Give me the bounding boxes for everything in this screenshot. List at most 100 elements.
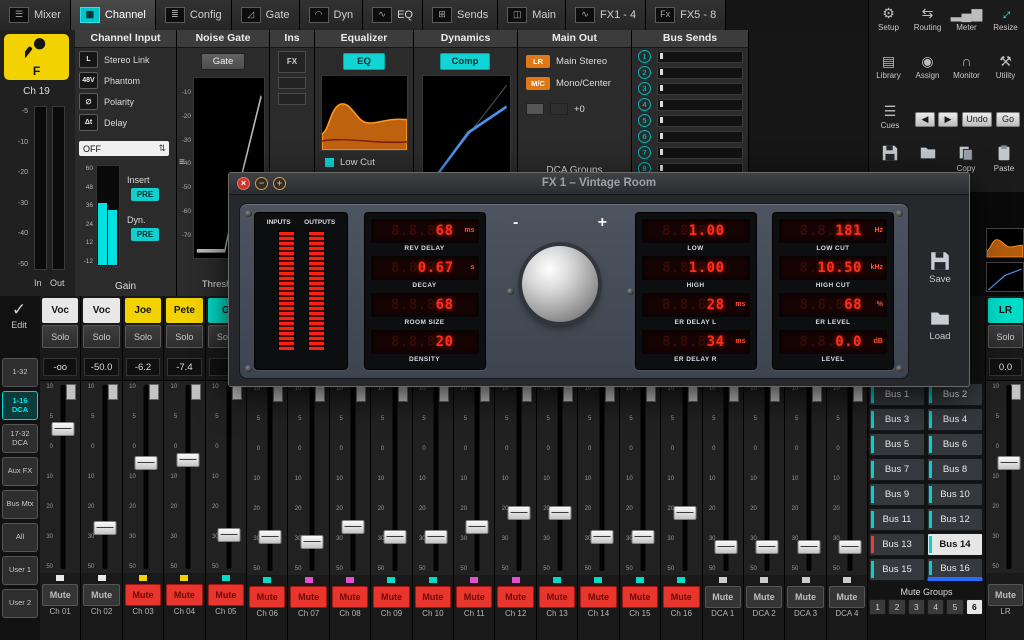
- insert-source-select[interactable]: OFF ⇅: [79, 141, 169, 156]
- solo-button[interactable]: Solo: [125, 325, 161, 348]
- meter-button[interactable]: ▂▄▆Meter: [947, 4, 986, 32]
- comp-button[interactable]: Comp: [440, 53, 490, 70]
- mute-group-2[interactable]: 2: [888, 599, 905, 615]
- polarity-button[interactable]: ∅: [79, 93, 98, 110]
- bus-button-11[interactable]: Bus 11: [869, 508, 925, 531]
- bus-send-meter[interactable]: [657, 99, 743, 111]
- tab-gate[interactable]: ◿Gate: [232, 0, 300, 30]
- master-solo-button[interactable]: Solo: [988, 325, 1023, 348]
- mono-center-row[interactable]: M/C Mono/Center: [526, 77, 611, 90]
- transport-prev-button[interactable]: ◀: [915, 112, 935, 127]
- fader-cap[interactable]: [839, 540, 862, 554]
- mute-button[interactable]: Mute: [166, 584, 202, 606]
- fader-cap[interactable]: [549, 506, 572, 520]
- mute-button[interactable]: Mute: [787, 586, 823, 608]
- fader-cap[interactable]: [259, 530, 282, 544]
- copy-button[interactable]: Copy: [947, 144, 985, 173]
- sidebar-user-2[interactable]: User 2: [2, 589, 38, 618]
- mute-button[interactable]: Mute: [539, 586, 575, 608]
- fader-cap[interactable]: [714, 540, 737, 554]
- fader-cap[interactable]: [507, 506, 530, 520]
- fader-cap[interactable]: [176, 453, 199, 467]
- fader-cap[interactable]: [218, 528, 241, 542]
- bus-button-5[interactable]: Bus 5: [869, 433, 925, 456]
- main-stereo-row[interactable]: LR Main Stereo: [526, 55, 607, 68]
- utility-button[interactable]: ⚒Utility: [986, 52, 1024, 80]
- mute-button[interactable]: Mute: [332, 586, 368, 608]
- fader-track[interactable]: [61, 385, 66, 569]
- stereo-link-button[interactable]: L: [79, 51, 98, 68]
- tab-config[interactable]: ≣Config: [156, 0, 232, 30]
- mute-group-6[interactable]: 6: [966, 599, 983, 615]
- insert-slot[interactable]: [278, 77, 306, 89]
- assign-button[interactable]: ◉Assign: [908, 52, 947, 80]
- bus-button-10[interactable]: Bus 10: [927, 483, 983, 506]
- mute-button[interactable]: Mute: [580, 586, 616, 608]
- library-button[interactable]: ▤Library: [869, 52, 908, 80]
- master-mute-button[interactable]: Mute: [988, 584, 1023, 606]
- fader-cap[interactable]: [342, 520, 365, 534]
- fader-cap[interactable]: [52, 422, 75, 436]
- bus-send-meter[interactable]: [657, 83, 743, 95]
- resize-button[interactable]: ↔Resize: [986, 4, 1024, 32]
- phantom-button[interactable]: 48V: [79, 72, 98, 89]
- mute-button[interactable]: Mute: [705, 586, 741, 608]
- fader-cap[interactable]: [425, 530, 448, 544]
- tab-dyn[interactable]: ◠Dyn: [300, 0, 364, 30]
- master-scribble[interactable]: LR: [988, 298, 1023, 323]
- scribble-strip[interactable]: Pete: [166, 298, 202, 323]
- bus-send-meter[interactable]: [657, 51, 743, 63]
- tab-fx14[interactable]: ∿FX1 - 4: [566, 0, 646, 30]
- fader-cap[interactable]: [300, 535, 323, 549]
- solo-button[interactable]: Solo: [166, 325, 202, 348]
- go-button[interactable]: Go: [996, 112, 1020, 127]
- bus-button-9[interactable]: Bus 9: [869, 483, 925, 506]
- scribble-strip[interactable]: Joe: [125, 298, 161, 323]
- master-comp-thumbnail[interactable]: [986, 262, 1024, 292]
- sidebar-1-16-dca[interactable]: 1-16 DCA: [2, 391, 38, 420]
- mute-button[interactable]: Mute: [83, 584, 119, 606]
- tab-fx58[interactable]: FxFX5 - 8: [646, 0, 726, 30]
- fader-track[interactable]: [516, 387, 521, 571]
- mute-group-4[interactable]: 4: [927, 599, 944, 615]
- bus-send-meter[interactable]: [657, 67, 743, 79]
- fader-track[interactable]: [144, 385, 149, 569]
- mute-button[interactable]: Mute: [829, 586, 865, 608]
- sidebar-17-32-dca[interactable]: 17-32 DCA: [2, 424, 38, 453]
- load-scene-button[interactable]: [909, 144, 947, 164]
- mute-button[interactable]: Mute: [415, 586, 451, 608]
- sidebar-1-32[interactable]: 1-32: [2, 358, 38, 387]
- cues-button[interactable]: ☰ Cues: [871, 102, 909, 130]
- mute-button[interactable]: Mute: [373, 586, 409, 608]
- fader-track[interactable]: [351, 387, 356, 571]
- master-eq-thumbnail[interactable]: [986, 228, 1024, 258]
- mute-group-1[interactable]: 1: [869, 599, 886, 615]
- solo-button[interactable]: Solo: [83, 325, 119, 348]
- close-icon[interactable]: ×: [237, 177, 250, 190]
- fader-cap[interactable]: [756, 540, 779, 554]
- scribble-strip[interactable]: Voc: [83, 298, 119, 323]
- fader-cap[interactable]: [632, 530, 655, 544]
- fader-track[interactable]: [185, 385, 190, 569]
- fx-parameter-knob[interactable]: [522, 246, 598, 322]
- paste-button[interactable]: Paste: [985, 144, 1023, 173]
- tab-mixer[interactable]: ☰Mixer: [0, 0, 71, 30]
- fader-cap[interactable]: [383, 530, 406, 544]
- bus-button-14[interactable]: Bus 14: [927, 533, 983, 556]
- fader-track[interactable]: [558, 387, 563, 571]
- bus-button-13[interactable]: Bus 13: [869, 533, 925, 556]
- fader-cap[interactable]: [93, 521, 116, 535]
- minus-icon[interactable]: −: [255, 177, 268, 190]
- bus-button-7[interactable]: Bus 7: [869, 458, 925, 481]
- edit-button[interactable]: ✓ Edit: [2, 300, 36, 330]
- transport-next-button[interactable]: ▶: [938, 112, 958, 127]
- eq-button[interactable]: EQ: [343, 53, 385, 70]
- bus-button-8[interactable]: Bus 8: [927, 458, 983, 481]
- delay-button[interactable]: Δt: [79, 114, 98, 131]
- fader-track[interactable]: [475, 387, 480, 571]
- sidebar-aux-fx[interactable]: Aux FX: [2, 457, 38, 486]
- bus-button-4[interactable]: Bus 4: [927, 408, 983, 431]
- load-folder-icon[interactable]: [929, 307, 951, 329]
- tab-main[interactable]: ◫Main: [498, 0, 566, 30]
- solo-button[interactable]: Solo: [42, 325, 78, 348]
